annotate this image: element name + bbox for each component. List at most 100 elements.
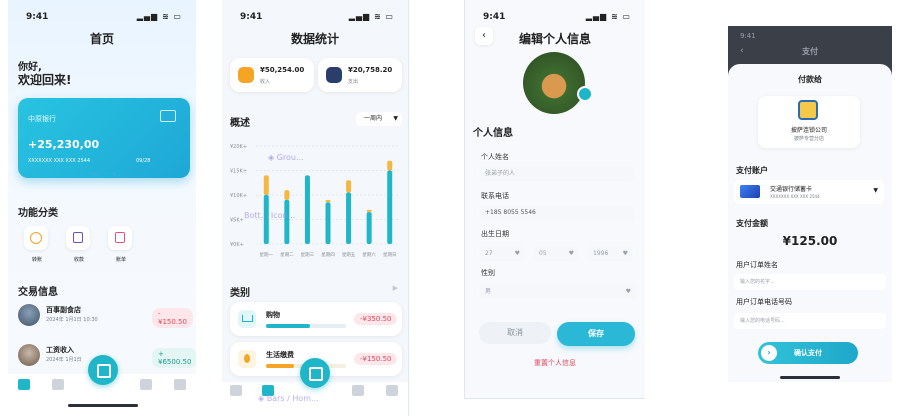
x-tick-label: 星期一 [260,252,274,258]
merchant-sub: 披萨专营分店 [793,136,824,142]
bar-upper[interactable] [366,209,372,213]
category-amount: -¥150.50 [354,353,398,365]
expense-card[interactable]: ¥20,758.20 支出 [318,58,402,92]
bar-lower[interactable] [387,170,393,245]
scan-button[interactable] [300,358,330,388]
chart-icon[interactable] [52,379,64,390]
card-bank-name: 中原银行 [28,115,56,123]
category-row[interactable]: 购物 -¥350.50 [230,302,402,336]
birth-year-select[interactable]: 1996 ♥ [587,246,633,261]
wallet-icon[interactable] [352,385,364,396]
welcome-text: 欢迎回来! [18,73,72,87]
status-bar: 9:41 ▂▄▆ ≋ ▭ [465,10,645,24]
category-progress-fill [266,324,310,328]
home-indicator [68,404,138,407]
profile-icon[interactable] [386,385,398,396]
bar-lower[interactable] [346,192,352,244]
category-title: 类别 [230,288,250,299]
bar-upper[interactable] [325,199,331,203]
gender-label: 性别 [481,269,495,277]
gender-select[interactable]: 男 ♥ [479,284,637,299]
status-bar: 9:41 ▂▄▆ ≋ ▭ [222,10,408,24]
bar-upper[interactable] [346,180,352,193]
home-icon[interactable] [18,379,30,390]
heart-icon: ♥ [568,250,574,257]
order-name-input[interactable]: 输入您的名字... [734,274,886,290]
cancel-button[interactable]: 取消 [479,322,551,344]
chevron-right-icon[interactable]: ▶ [393,284,398,292]
status-icons: ▂▄▆ ≋ ▭ [136,12,182,21]
bank-card-icon [740,185,760,198]
birth-month-select[interactable]: 05 ♥ [533,246,579,261]
transaction-amount: +¥6500.50 [152,348,196,368]
transaction-date: 2024年 1月1日 [46,357,82,363]
reset-link[interactable]: 重置个人信息 [465,358,645,368]
birth-day-select[interactable]: 27 ♥ [479,246,525,261]
scan-icon [309,367,323,381]
bill-drop-icon [238,350,256,368]
profile-icon[interactable] [174,379,186,390]
bar-upper[interactable] [263,175,269,195]
y-tick-label: ¥0K+ [230,242,244,248]
home-icon[interactable] [230,385,242,396]
category-transfer[interactable]: 转账 [22,226,52,264]
payment-sheet: 付款给 披萨连锁公司 披萨专营分店 支付账户 交通银行储蓄卡 XXXXXXX X… [728,64,892,382]
category-label: 收款 [73,257,84,263]
chevron-down-icon: ▼ [393,115,398,122]
chevron-down-icon: ▼ [873,187,878,194]
wallet-icon[interactable] [140,379,152,390]
status-time: 9:41 [240,12,263,22]
expense-icon [326,67,342,83]
bar-lower[interactable] [304,175,310,244]
edit-profile-screen: 9:41 ▂▄▆ ≋ ▭ ‹ 编辑个人信息 个人信息 个人姓名 张弟子的人 联系… [464,0,645,399]
phone-label: 联系电话 [481,192,509,200]
name-input[interactable]: 张弟子的人 [479,166,635,181]
bar-chart: ¥20K+¥15K+¥10K+¥5K+¥0K+星期一 星期二 星期三 星期四 星期五 星期… [230,144,400,258]
scan-button[interactable] [88,355,118,385]
cancel-label: 取消 [507,328,523,337]
home-screen: 9:41 ▂▄▆ ≋ ▭ 首页 你好, 欢迎回来! 中原银行 +25,230,0… [8,0,196,416]
confirm-label: 确认支付 [794,349,822,357]
category-receive[interactable]: 收款 [64,226,94,264]
overlay-label-bars: ◈ Bars / Hom... [258,394,319,403]
bar-upper[interactable] [387,160,393,171]
birth-year-value: 1996 [593,250,609,257]
page-title: 首页 [89,32,114,46]
order-name-label: 用户订单姓名 [736,261,778,269]
heart-icon: ♥ [622,250,628,257]
bar-lower[interactable] [284,199,290,244]
transaction-row[interactable]: 百事副食店 2024年 1月1日 10:30 -¥150.50 [18,302,193,328]
transaction-date: 2024年 1月1日 10:30 [46,317,98,323]
camera-icon[interactable] [577,86,593,102]
phone-input[interactable]: +185 8055 5546 [479,205,635,220]
profile-avatar[interactable] [523,52,585,114]
gender-value: 男 [485,288,492,295]
bar-lower[interactable] [325,202,331,244]
statistics-screen: 9:41 ▂▄▆ ≋ ▭ 数据统计 ¥50,254.00 收入 ¥20,758.… [222,0,409,416]
bar-upper[interactable] [284,190,290,200]
status-time: 9:41 [483,12,506,22]
chevron-down-icon: ♥ [625,288,631,295]
range-value: 一周内 [364,115,383,122]
merchant-name: 披萨连锁公司 [790,127,827,134]
confirm-pay-button[interactable]: › 确认支付 [758,342,858,364]
status-time: 9:41 [26,12,49,22]
bank-card[interactable]: 中原银行 +25,230,00 XXXXXXX XXX XXX 2544 09/… [18,98,190,178]
category-bill[interactable]: 账单 [106,226,136,264]
category-name: 生活缴费 [266,351,294,359]
card-number: XXXXXXX XXX XXX 2544 [28,158,91,164]
category-label: 账单 [115,257,126,263]
receive-icon [66,226,90,250]
status-bar: 9:41 ▂▄▆ ≋ ▭ [8,10,196,24]
order-phone-input[interactable]: 输入您的电话号码... [734,313,886,329]
account-select[interactable]: 交通银行储蓄卡 XXXXXXX XXX XXX 2544 ▼ [734,180,884,204]
income-card[interactable]: ¥50,254.00 收入 [230,58,314,92]
x-tick-label: 星期日 [383,252,397,258]
save-button[interactable]: 保存 [557,322,635,346]
transfer-icon [24,226,48,250]
range-dropdown[interactable]: 一周内 ▼ [356,112,402,126]
y-tick-label: ¥5K+ [230,218,244,224]
card-pager[interactable] [80,172,120,176]
bar-lower[interactable] [366,212,372,244]
birth-label: 出生日期 [481,230,509,238]
